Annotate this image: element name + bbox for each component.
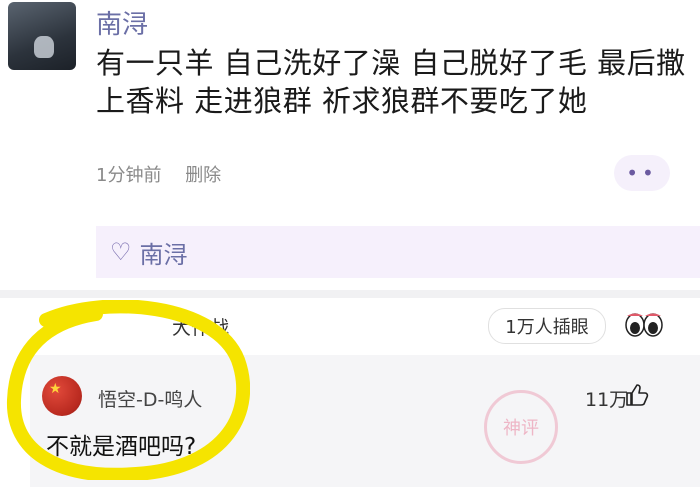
post-author-name[interactable]: 南浔 bbox=[96, 4, 148, 41]
comment-like-count: 11万 bbox=[585, 389, 629, 411]
heart-icon[interactable]: ♡ bbox=[110, 238, 132, 266]
likes-box: ♡ 南浔 bbox=[96, 226, 700, 278]
post-time: 1分钟前 bbox=[96, 165, 162, 186]
eyes-icon bbox=[625, 313, 663, 337]
delete-button[interactable]: 删除 bbox=[185, 165, 221, 186]
featured-stamp: 神评 bbox=[484, 390, 558, 464]
avatar-figure bbox=[34, 36, 54, 58]
thumbs-up-icon[interactable] bbox=[624, 382, 650, 408]
post-content: 有一只羊 自己洗好了澡 自己脱好了毛 最后撒上香料 走进狼群 祈求狼群不要吃了她 bbox=[96, 46, 686, 118]
post-author-avatar[interactable] bbox=[8, 2, 76, 70]
post-meta: 1分钟前 删除 bbox=[96, 161, 221, 187]
yellow-highlight-circle bbox=[6, 300, 250, 480]
more-options-button[interactable]: •• bbox=[614, 155, 670, 191]
liker-name[interactable]: 南浔 bbox=[140, 235, 188, 270]
section-divider bbox=[0, 290, 700, 298]
views-badge[interactable]: 1万人插眼 bbox=[488, 308, 606, 344]
